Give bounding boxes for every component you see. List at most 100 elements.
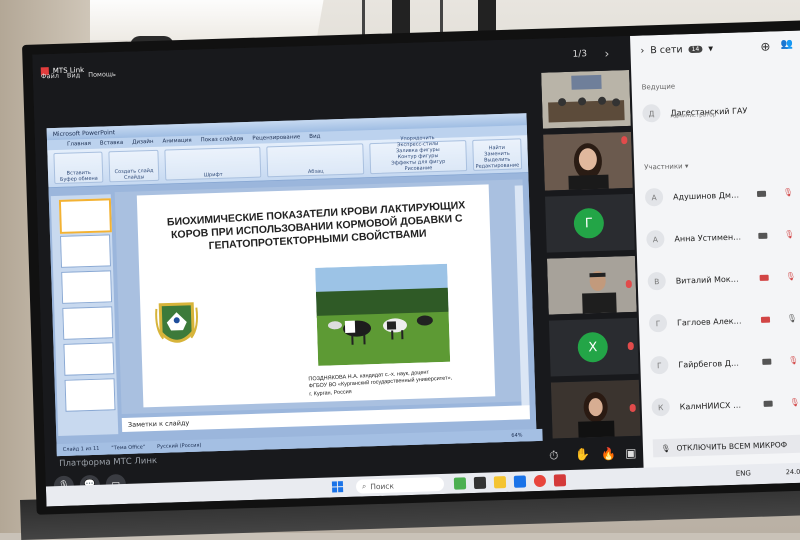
ribbon-group-label: Слайды	[123, 174, 145, 181]
slide-thumbnail[interactable]	[58, 198, 112, 234]
slide-authors: ПОЗДНЯКОВА Н.А. кандидат с.-х. наук, доц…	[308, 366, 491, 399]
ppt-tab-slideshow[interactable]: Показ слайдов	[201, 136, 244, 143]
reactions-icon[interactable]: 🔥	[601, 447, 616, 461]
muted-mic-icon	[627, 341, 634, 351]
camera-off-icon[interactable]	[760, 316, 771, 323]
mic-off-icon[interactable]: 🎙	[783, 188, 793, 197]
participant-item[interactable]: К КалмНИИСХ … 🎙	[651, 390, 800, 419]
ppt-tab-home[interactable]: Главная	[67, 141, 91, 148]
participant-name: Виталий Мок…	[675, 274, 739, 286]
avatar: А	[644, 187, 664, 207]
mts-link-icon[interactable]	[553, 474, 567, 487]
participant-video	[546, 255, 637, 315]
ppt-tab-insert[interactable]: Вставка	[100, 140, 123, 147]
panel-header[interactable]: › В сети 14 ▾	[640, 43, 713, 56]
participants-section-label: Участники ▾	[644, 162, 689, 172]
mic-icon[interactable]: 🎙	[787, 314, 797, 323]
zoom-level[interactable]: 64%	[511, 432, 522, 438]
ribbon-group-drawing: Упорядочить Экспресс-стили Заливка фигур…	[369, 135, 467, 175]
next-page-chevron-icon[interactable]: ›	[604, 47, 609, 61]
theme-name: "Тема Office"	[111, 444, 146, 452]
ppt-tab-animation[interactable]: Анимация	[162, 138, 191, 145]
participant-name: Анна Устимен…	[674, 232, 742, 244]
video-tile-room[interactable]	[541, 69, 631, 129]
taskbar-date[interactable]: 24.02	[786, 468, 800, 477]
camera-icon[interactable]	[763, 400, 773, 407]
chevron-right-icon: ›	[640, 45, 645, 57]
slide-thumbnail[interactable]	[63, 342, 115, 376]
avatar: Х	[577, 331, 609, 363]
taskbar-app-icon[interactable]	[473, 476, 487, 490]
host-role: Администратор	[670, 112, 717, 120]
taskbar-app-icon[interactable]	[513, 475, 527, 488]
video-tile-avatar[interactable]: Г	[545, 193, 635, 253]
participant-name: Адушинов Дм…	[672, 190, 740, 202]
menu-view[interactable]: Вид	[67, 71, 81, 83]
add-participant-icon[interactable]: ⊕	[760, 39, 770, 53]
slide-thumbnail[interactable]	[60, 234, 111, 268]
ribbon-group-label: Шрифт	[203, 171, 223, 179]
windows-start-icon[interactable]	[331, 481, 344, 493]
video-tile-participant[interactable]	[550, 379, 641, 439]
participant-name: Гайрбегов Д…	[678, 358, 740, 370]
room-video	[541, 69, 631, 129]
chrome-icon[interactable]	[533, 474, 547, 488]
video-tile-avatar[interactable]: Х	[548, 317, 639, 377]
online-label: В сети	[650, 44, 683, 57]
menu-help[interactable]: Помощь	[88, 70, 116, 83]
raise-hand-icon[interactable]: ✋	[575, 447, 590, 461]
cows-photo	[315, 263, 451, 366]
ribbon-group-clipboard: Вставить Буфер обмена	[53, 151, 104, 185]
participant-item[interactable]: В Виталий Мок… 🎙	[647, 264, 800, 293]
ribbon-group-font: Шрифт	[164, 146, 262, 181]
language: Русский (Россия)	[157, 442, 202, 450]
participant-video	[543, 131, 633, 191]
participant-item[interactable]: А Анна Устимен… 🎙	[646, 222, 800, 251]
taskbar-app-icon[interactable]	[453, 477, 467, 490]
timer-icon[interactable]: ⏱	[549, 448, 559, 463]
slide-page-counter: 1/3	[572, 49, 588, 60]
ppt-tab-view[interactable]: Вид	[309, 134, 320, 140]
avatar: Г	[573, 207, 605, 239]
mic-off-icon[interactable]: 🎙	[789, 398, 799, 407]
slide-scrollbar[interactable]	[514, 185, 530, 408]
participant-item[interactable]: Г Гайрбегов Д… 🎙	[650, 348, 800, 377]
taskbar-search[interactable]: ⌕ Поиск	[355, 476, 445, 494]
coat-of-arms-icon	[155, 302, 199, 343]
participant-item[interactable]: Г Гаглоев Алек… 🎙	[648, 306, 800, 335]
muted-mic-icon	[621, 136, 628, 145]
keyboard-language[interactable]: ENG	[736, 469, 751, 477]
mic-off-icon: 🎙	[660, 443, 671, 453]
video-tile-participant[interactable]	[543, 131, 633, 191]
ppt-tab-review[interactable]: Рецензирование	[252, 134, 300, 142]
platform-label: Платформа МТС Линк	[59, 455, 158, 470]
camera-icon[interactable]	[756, 190, 767, 197]
mic-off-icon[interactable]: 🎙	[788, 356, 798, 365]
video-tile-participant[interactable]	[546, 255, 637, 315]
mute-all-button[interactable]: 🎙 ОТКЛЮЧИТЬ ВСЕМ МИКРОФ	[652, 434, 800, 458]
slide-thumbnail[interactable]	[64, 378, 116, 412]
avatar: В	[647, 271, 667, 291]
camera-icon[interactable]	[762, 358, 772, 365]
menu-file[interactable]: Файл	[41, 72, 59, 85]
muted-mic-icon	[625, 279, 632, 289]
folder-icon[interactable]	[493, 476, 507, 489]
ribbon-group-slides: Создать слайд Слайды	[108, 149, 159, 183]
mic-off-icon[interactable]: 🎙	[784, 230, 794, 239]
participant-item[interactable]: А Адушинов Дм… 🎙	[644, 180, 800, 209]
mic-off-icon[interactable]: 🎙	[786, 272, 796, 281]
slide-thumbnail[interactable]	[61, 270, 113, 304]
users-icon[interactable]: 👥	[780, 39, 793, 50]
powerpoint-window: Microsoft PowerPoint Главная Вставка Диз…	[46, 113, 543, 457]
conference-main-area: MTS Link Файл Вид Помощь 1/3 › Microsoft…	[32, 35, 645, 507]
slide-thumbnail[interactable]	[62, 306, 114, 340]
host-item[interactable]: Д Дагестанский ГАУ Администратор	[642, 96, 800, 125]
ribbon-group-label: Буфер обмена	[59, 175, 98, 183]
layout-icon[interactable]: ▣	[625, 446, 637, 460]
screen: MTS Link Файл Вид Помощь 1/3 › Microsoft…	[32, 30, 800, 507]
ppt-tab-design[interactable]: Дизайн	[132, 139, 154, 146]
camera-off-icon[interactable]	[759, 274, 769, 281]
search-icon: ⌕	[361, 481, 367, 491]
camera-icon[interactable]	[758, 232, 768, 239]
avatar: Г	[650, 355, 669, 375]
